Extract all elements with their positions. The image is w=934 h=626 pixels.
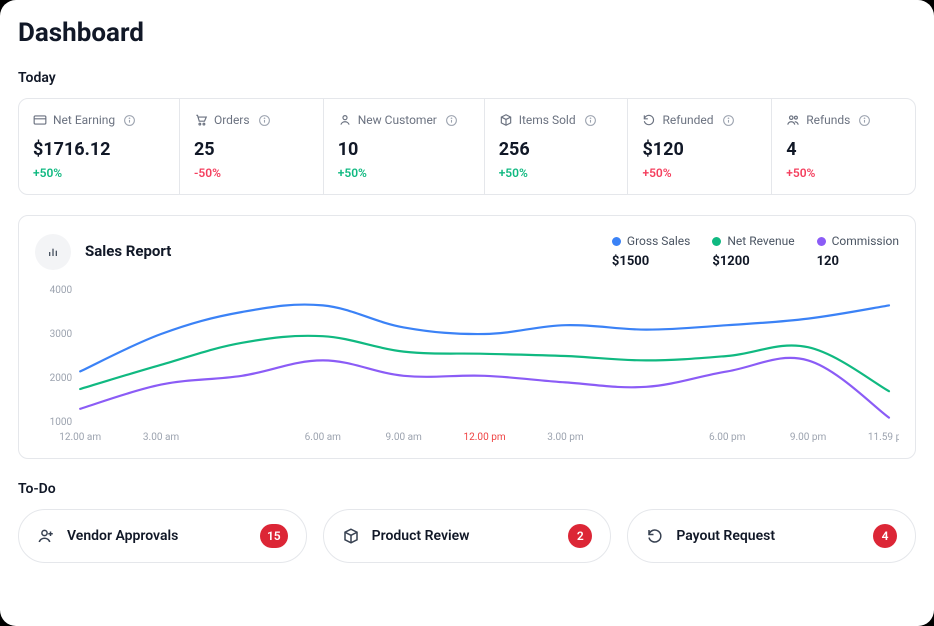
svg-text:2000: 2000 bbox=[50, 373, 73, 384]
bar-chart-icon bbox=[35, 234, 71, 270]
svg-text:6.00 am: 6.00 am bbox=[305, 432, 342, 443]
stat-card-net-earning[interactable]: Net Earning $1716.12 +50% bbox=[19, 99, 180, 194]
todo-badge: 15 bbox=[260, 524, 288, 548]
todo-label: To-Do bbox=[18, 481, 916, 497]
svg-text:12.00 pm: 12.00 pm bbox=[464, 432, 506, 443]
sales-chart: 4000 3000 2000 1000 12.00 am 3.00 am 6.00 am 9.… bbox=[35, 280, 899, 450]
stat-card-orders[interactable]: Orders 25 -50% bbox=[180, 99, 324, 194]
stat-delta: +50% bbox=[642, 166, 757, 180]
todo-item-label: Payout Request bbox=[676, 528, 775, 544]
stat-label: Refunded bbox=[662, 113, 713, 127]
stat-value: 10 bbox=[338, 139, 470, 160]
stat-card-refunded[interactable]: Refunded $120 +50% bbox=[628, 99, 772, 194]
todo-row: Vendor Approvals 15 Product Review 2 Pay… bbox=[18, 509, 916, 563]
user-icon bbox=[338, 113, 352, 127]
svg-text:12.00 am: 12.00 am bbox=[59, 432, 101, 443]
stat-label: Refunds bbox=[806, 113, 850, 127]
box-icon bbox=[499, 113, 513, 127]
info-icon[interactable] bbox=[858, 114, 871, 127]
undo-icon bbox=[646, 527, 664, 545]
stat-label: Net Earning bbox=[53, 113, 115, 127]
stat-card-refunds[interactable]: Refunds 4 +50% bbox=[772, 99, 915, 194]
box-icon bbox=[342, 527, 360, 545]
page-title: Dashboard bbox=[18, 18, 916, 48]
svg-text:6.00 pm: 6.00 pm bbox=[709, 432, 746, 443]
stat-value: $120 bbox=[642, 139, 757, 160]
stat-delta: +50% bbox=[499, 166, 614, 180]
sales-report-title: Sales Report bbox=[85, 242, 171, 260]
legend-dot-icon bbox=[817, 237, 826, 246]
stats-grid: Net Earning $1716.12 +50% Orders 25 -50% bbox=[18, 98, 916, 195]
users-icon bbox=[786, 113, 800, 127]
stat-card-items-sold[interactable]: Items Sold 256 +50% bbox=[485, 99, 629, 194]
legend-net-revenue: Net Revenue $1200 bbox=[712, 234, 794, 269]
todo-item-label: Vendor Approvals bbox=[67, 528, 178, 544]
stat-value: 25 bbox=[194, 139, 309, 160]
stat-value: $1716.12 bbox=[33, 139, 165, 160]
stat-value: 256 bbox=[499, 139, 614, 160]
sales-report-card: Sales Report Gross Sales $1500 Net Reven… bbox=[18, 215, 916, 459]
stat-label: Items Sold bbox=[519, 113, 576, 127]
stat-value: 4 bbox=[786, 139, 901, 160]
svg-text:9.00 pm: 9.00 pm bbox=[790, 432, 827, 443]
svg-text:1000: 1000 bbox=[50, 417, 73, 428]
todo-product-review[interactable]: Product Review 2 bbox=[323, 509, 612, 563]
todo-payout-request[interactable]: Payout Request 4 bbox=[627, 509, 916, 563]
today-label: Today bbox=[18, 70, 916, 86]
credit-card-icon bbox=[33, 113, 47, 127]
todo-vendor-approvals[interactable]: Vendor Approvals 15 bbox=[18, 509, 307, 563]
svg-text:3.00 pm: 3.00 pm bbox=[547, 432, 584, 443]
stat-card-new-customer[interactable]: New Customer 10 +50% bbox=[324, 99, 485, 194]
stat-delta: -50% bbox=[194, 166, 309, 180]
info-icon[interactable] bbox=[722, 114, 735, 127]
stat-label: New Customer bbox=[358, 113, 437, 127]
user-plus-icon bbox=[37, 527, 55, 545]
info-icon[interactable] bbox=[445, 114, 458, 127]
svg-text:9.00 am: 9.00 am bbox=[386, 432, 423, 443]
legend-gross-sales: Gross Sales $1500 bbox=[612, 234, 690, 269]
info-icon[interactable] bbox=[584, 114, 597, 127]
cart-icon bbox=[194, 113, 208, 127]
todo-badge: 4 bbox=[873, 524, 897, 548]
svg-text:4000: 4000 bbox=[50, 285, 73, 296]
undo-icon bbox=[642, 113, 656, 127]
info-icon[interactable] bbox=[123, 114, 136, 127]
stat-delta: +50% bbox=[786, 166, 901, 180]
svg-text:11.59 pm: 11.59 pm bbox=[868, 432, 899, 443]
stat-label: Orders bbox=[214, 113, 250, 127]
stat-delta: +50% bbox=[338, 166, 470, 180]
info-icon[interactable] bbox=[258, 114, 271, 127]
todo-item-label: Product Review bbox=[372, 528, 470, 544]
svg-text:3.00 am: 3.00 am bbox=[143, 432, 180, 443]
stat-delta: +50% bbox=[33, 166, 165, 180]
legend-dot-icon bbox=[612, 237, 621, 246]
todo-badge: 2 bbox=[568, 524, 592, 548]
legend-commission: Commission 120 bbox=[817, 234, 899, 269]
chart-legend: Gross Sales $1500 Net Revenue $1200 Comm… bbox=[612, 234, 899, 269]
legend-dot-icon bbox=[712, 237, 721, 246]
svg-text:3000: 3000 bbox=[50, 329, 73, 340]
